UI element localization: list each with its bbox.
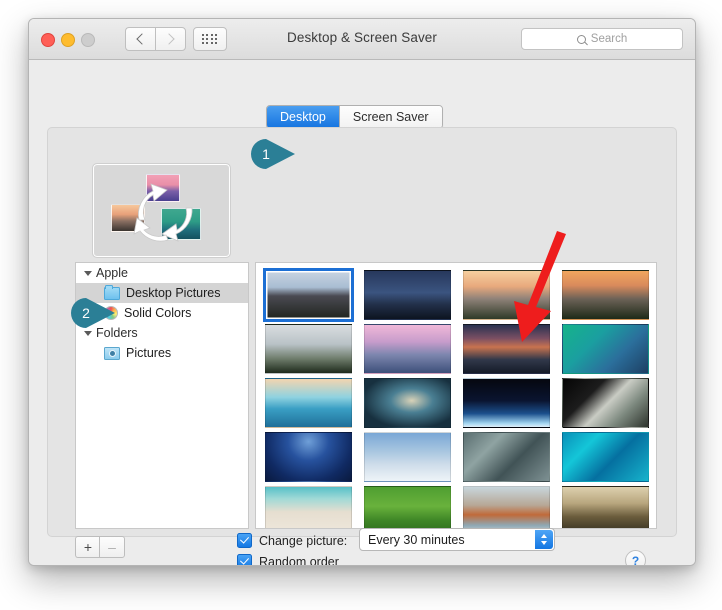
thumbnail-image-el-capitan-2 bbox=[462, 270, 550, 320]
thumbnail-image-lake-sunset bbox=[462, 324, 550, 374]
wallpaper-thumbnail[interactable] bbox=[262, 430, 354, 484]
sidebar-group-label: Apple bbox=[96, 266, 128, 280]
thumbnail-image-yosemite-dusk bbox=[363, 324, 451, 374]
sidebar-item-label: Pictures bbox=[126, 346, 172, 360]
tab-bar: Desktop Screen Saver bbox=[266, 105, 443, 129]
thumbnail-image-yosemite-sunset bbox=[561, 270, 649, 320]
wallpaper-thumbnail[interactable] bbox=[559, 430, 651, 484]
tab-desktop[interactable]: Desktop bbox=[267, 106, 339, 128]
thumbnail-image-dark-wave bbox=[363, 378, 451, 428]
help-button[interactable]: ? bbox=[625, 550, 646, 565]
wallpaper-thumbnail[interactable] bbox=[559, 376, 651, 430]
wallpaper-thumbnail[interactable] bbox=[361, 268, 453, 322]
search-field[interactable]: Search bbox=[521, 28, 683, 50]
wallpaper-thumbnail[interactable] bbox=[262, 322, 354, 376]
popup-stepper-icon[interactable] bbox=[535, 530, 553, 549]
callout-number: 2 bbox=[82, 305, 90, 321]
change-picture-checkbox[interactable] bbox=[237, 533, 252, 548]
wallpaper-grid bbox=[256, 263, 656, 528]
desktop-rotation-preview[interactable] bbox=[92, 163, 231, 258]
disclosure-triangle-icon[interactable] bbox=[84, 330, 92, 336]
thumbnail-image-mavericks-wave bbox=[561, 324, 649, 374]
pictures-folder-icon bbox=[104, 346, 120, 360]
disclosure-triangle-icon[interactable] bbox=[84, 270, 92, 276]
thumbnail-image-earth-horizon bbox=[462, 378, 550, 428]
wallpaper-thumbnail[interactable] bbox=[361, 376, 453, 430]
wallpaper-thumbnail[interactable] bbox=[361, 430, 453, 484]
wallpaper-thumbnail[interactable] bbox=[559, 484, 651, 528]
random-order-label: Random order bbox=[259, 554, 339, 566]
sidebar-item-label: Solid Colors bbox=[124, 306, 192, 320]
thumbnail-image-blue-wave bbox=[264, 378, 352, 428]
thumbnail-image-ice-ridge bbox=[561, 378, 649, 428]
thumbnail-image-yosemite-night bbox=[363, 270, 451, 320]
thumbnail-image-turquoise-swirl bbox=[561, 432, 649, 482]
change-interval-popup-button[interactable]: Every 30 minutes bbox=[359, 528, 555, 551]
thumbnail-image-crescent-moon bbox=[363, 432, 451, 482]
change-interval-value: Every 30 minutes bbox=[368, 532, 465, 547]
thumbnail-image-desert-dunes bbox=[561, 486, 649, 528]
tab-screen-saver[interactable]: Screen Saver bbox=[338, 106, 442, 128]
wallpaper-thumbnail[interactable] bbox=[460, 268, 552, 322]
wallpaper-thumbnail[interactable] bbox=[460, 322, 552, 376]
thumbnail-image-milky-way-blue bbox=[264, 432, 352, 482]
wallpaper-thumbnail[interactable] bbox=[262, 484, 354, 528]
callout-badge-2: 2 bbox=[71, 298, 117, 328]
thumbnail-image-misty-coast bbox=[462, 486, 550, 528]
wallpaper-thumbnail[interactable] bbox=[460, 430, 552, 484]
thumbnail-image-yosemite-fog bbox=[264, 324, 352, 374]
wallpaper-thumbnail[interactable] bbox=[460, 376, 552, 430]
system-preferences-window: Desktop & Screen Saver Search Desktop Sc… bbox=[28, 18, 696, 566]
chevron-up-icon bbox=[541, 534, 547, 538]
window-titlebar: Desktop & Screen Saver Search bbox=[29, 19, 695, 60]
wallpaper-thumbnail[interactable] bbox=[460, 484, 552, 528]
wallpaper-thumbnail[interactable] bbox=[361, 322, 453, 376]
chevron-down-icon bbox=[541, 541, 547, 545]
sidebar-group-apple[interactable]: Apple bbox=[76, 263, 248, 283]
add-folder-button[interactable]: + bbox=[75, 536, 100, 558]
remove-folder-button[interactable]: – bbox=[99, 536, 125, 558]
search-icon bbox=[576, 34, 586, 44]
wallpaper-thumbnail[interactable] bbox=[262, 268, 354, 322]
refresh-cycle-icon bbox=[133, 183, 193, 242]
wallpaper-thumbnail[interactable] bbox=[559, 268, 651, 322]
change-picture-label: Change picture: bbox=[259, 533, 348, 548]
change-picture-row: Change picture: bbox=[237, 533, 347, 548]
thumbnail-image-beach-shore bbox=[264, 486, 352, 528]
random-order-row: Random order bbox=[237, 554, 339, 566]
wallpaper-thumbnail[interactable] bbox=[559, 322, 651, 376]
wallpaper-grid-panel[interactable] bbox=[255, 262, 657, 529]
sidebar-item-label: Desktop Pictures bbox=[126, 286, 221, 300]
sidebar-item-pictures[interactable]: Pictures bbox=[76, 343, 248, 363]
wallpaper-thumbnail[interactable] bbox=[262, 376, 354, 430]
window-body: Desktop Screen Saver Apple Desktop Pictu… bbox=[29, 60, 695, 566]
thumbnail-image-el-capitan bbox=[262, 268, 354, 322]
wallpaper-thumbnail[interactable] bbox=[361, 484, 453, 528]
thumbnail-image-green-fields bbox=[363, 486, 451, 528]
callout-number: 1 bbox=[262, 146, 270, 162]
random-order-checkbox[interactable] bbox=[237, 554, 252, 565]
thumbnail-image-grey-clouds bbox=[462, 432, 550, 482]
callout-badge-1: 1 bbox=[251, 139, 297, 169]
search-placeholder: Search bbox=[590, 33, 628, 45]
